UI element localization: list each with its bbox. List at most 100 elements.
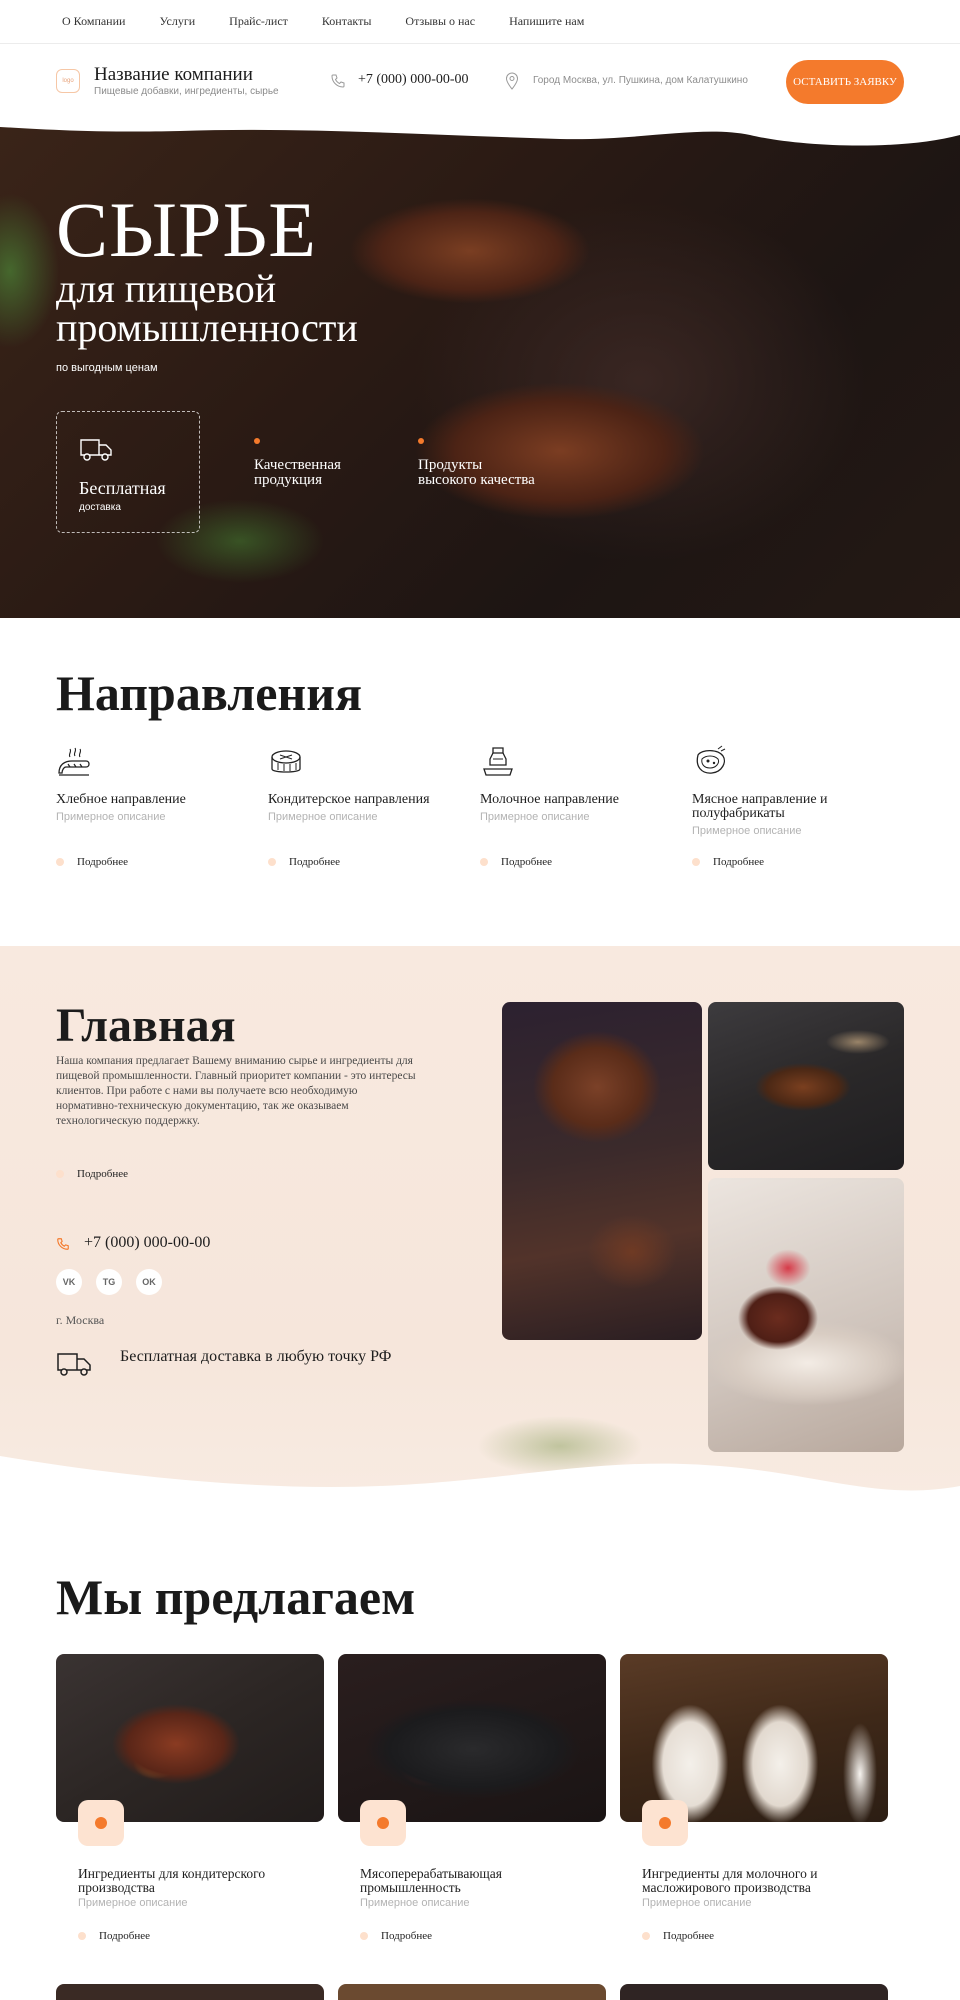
offer-name: Ингредиенты для кондитерского производст…	[78, 1866, 266, 1895]
feature-box-title: Бесплатная	[79, 478, 166, 498]
direction-description: Примерное описание	[692, 825, 802, 837]
direction-description: Примерное описание	[268, 811, 378, 823]
chocolate-photo	[502, 1002, 702, 1340]
offer-image	[338, 1654, 606, 1822]
offer-description: Примерное описание	[642, 1897, 752, 1909]
direction-name: Хлебное направление	[56, 792, 186, 807]
direction-card-dairy[interactable]: Молочное направление Примерное описание …	[480, 745, 680, 875]
offer-card-confectionery[interactable]: Ингредиенты для кондитерского производст…	[56, 1654, 324, 1954]
more-dot	[360, 1932, 368, 1940]
more-label: Подробнее	[713, 856, 764, 868]
more-label: Подробнее	[663, 1930, 714, 1942]
offer-more-link[interactable]: Подробнее	[642, 1930, 714, 1942]
header-phone[interactable]: +7 (000) 000-00-00	[358, 72, 469, 88]
next-card-preview	[620, 1984, 888, 2000]
main-section: Главная Наша компания предлагает Вашему …	[0, 946, 960, 1526]
hero-title: СЫРЬЕ	[56, 186, 317, 273]
section-bottom-wave	[0, 1456, 960, 1526]
offer-card-dairy[interactable]: Ингредиенты для молочного и масложировог…	[620, 1654, 888, 1954]
next-card-preview	[56, 1984, 324, 2000]
offer-badge-icon	[360, 1800, 406, 1846]
nav-item-about[interactable]: О Компании	[62, 14, 125, 29]
offer-more-link[interactable]: Подробнее	[360, 1930, 432, 1942]
nav-item-contacts[interactable]: Контакты	[322, 14, 372, 29]
offer-title: Мы предлагаем	[56, 1569, 416, 1625]
direction-name: Кондитерское направления	[268, 792, 430, 807]
more-dot	[56, 858, 64, 866]
leave-request-button[interactable]: ОСТАВИТЬ ЗАЯВКУ	[786, 60, 904, 104]
offer-description: Примерное описание	[78, 1897, 188, 1909]
more-label: Подробнее	[77, 1168, 128, 1180]
more-dot	[56, 1170, 64, 1178]
vk-icon[interactable]: VK	[56, 1269, 82, 1295]
more-dot	[642, 1932, 650, 1940]
milk-icon	[483, 747, 513, 776]
top-nav: О Компании Услуги Прайс-лист Контакты От…	[0, 0, 960, 44]
hero-top-wave	[0, 121, 960, 146]
hero-subtitle: для пищевой промышленности	[56, 266, 358, 351]
main-delivery-text: Бесплатная доставка в любую точку РФ	[120, 1348, 392, 1365]
nav-item-pricelist[interactable]: Прайс-лист	[229, 14, 288, 29]
hero-section: СЫРЬЕ для пищевой промышленности по выго…	[0, 121, 960, 618]
offer-description: Примерное описание	[360, 1897, 470, 1909]
logo[interactable]: logo	[56, 69, 80, 93]
feature-box-subtitle: доставка	[79, 502, 121, 513]
dessert-photo	[708, 1002, 904, 1170]
location-pin-icon	[505, 72, 519, 90]
directions-title: Направления	[56, 665, 363, 721]
meat-icon	[696, 745, 726, 774]
offer-badge-icon	[78, 1800, 124, 1846]
direction-card-confectionery[interactable]: Кондитерское направления Примерное описа…	[268, 745, 468, 875]
offer-name: Ингредиенты для молочного и масложировог…	[642, 1866, 818, 1895]
main-more-link[interactable]: Подробнее	[56, 1168, 128, 1180]
next-card-preview	[338, 1984, 606, 2000]
more-label: Подробнее	[99, 1930, 150, 1942]
offer-more-link[interactable]: Подробнее	[78, 1930, 150, 1942]
more-dot	[692, 858, 700, 866]
more-label: Подробнее	[501, 856, 552, 868]
feature-quality: Качественная продукция	[254, 457, 341, 488]
direction-description: Примерное описание	[480, 811, 590, 823]
company-name: Название компании	[94, 64, 253, 85]
direction-description: Примерное описание	[56, 811, 166, 823]
main-phone[interactable]: +7 (000) 000-00-00	[84, 1234, 210, 1252]
offer-image	[620, 1654, 888, 1822]
main-description: Наша компания предлагает Вашему вниманию…	[56, 1055, 416, 1127]
bread-icon	[58, 747, 90, 776]
feature-dot	[254, 438, 260, 444]
direction-name: Мясное направление и полуфабрикаты	[692, 792, 828, 821]
truck-icon	[57, 1353, 91, 1376]
main-title: Главная	[56, 999, 236, 1052]
main-city: г. Москва	[56, 1313, 105, 1327]
feature-dot	[418, 438, 424, 444]
direction-more-link[interactable]: Подробнее	[692, 856, 764, 868]
truck-icon	[80, 439, 112, 461]
direction-card-bread[interactable]: Хлебное направление Примерное описание П…	[56, 745, 256, 875]
phone-icon	[331, 74, 345, 88]
telegram-icon[interactable]: TG	[96, 1269, 122, 1295]
offer-name: Мясоперерабатывающая промышленность	[360, 1866, 503, 1895]
more-dot	[268, 858, 276, 866]
hero-note: по выгодным ценам	[56, 362, 158, 374]
cake-icon	[271, 750, 301, 773]
nav-item-reviews[interactable]: Отзывы о нас	[405, 14, 475, 29]
offer-image	[56, 1654, 324, 1822]
odnoklassniki-icon[interactable]: OK	[136, 1269, 162, 1295]
more-label: Подробнее	[381, 1930, 432, 1942]
cake-photo	[708, 1178, 904, 1452]
direction-more-link[interactable]: Подробнее	[56, 856, 128, 868]
direction-more-link[interactable]: Подробнее	[480, 856, 552, 868]
direction-card-meat[interactable]: Мясное направление и полуфабрикаты Приме…	[692, 745, 892, 875]
phone-icon	[57, 1238, 69, 1250]
header-address: Город Москва, ул. Пушкина, дом Калатушки…	[533, 75, 748, 86]
nav-item-write-us[interactable]: Напишите нам	[509, 14, 584, 29]
company-tagline: Пищевые добавки, ингредиенты, сырье	[94, 86, 279, 97]
direction-more-link[interactable]: Подробнее	[268, 856, 340, 868]
offer-card-meat[interactable]: Мясоперерабатывающая промышленность Прим…	[338, 1654, 606, 1954]
feature-high-quality: Продукты высокого качества	[418, 457, 535, 488]
more-dot	[78, 1932, 86, 1940]
site-header: logo Название компании Пищевые добавки, …	[0, 45, 960, 121]
nav-item-services[interactable]: Услуги	[159, 14, 195, 29]
more-label: Подробнее	[77, 856, 128, 868]
more-label: Подробнее	[289, 856, 340, 868]
